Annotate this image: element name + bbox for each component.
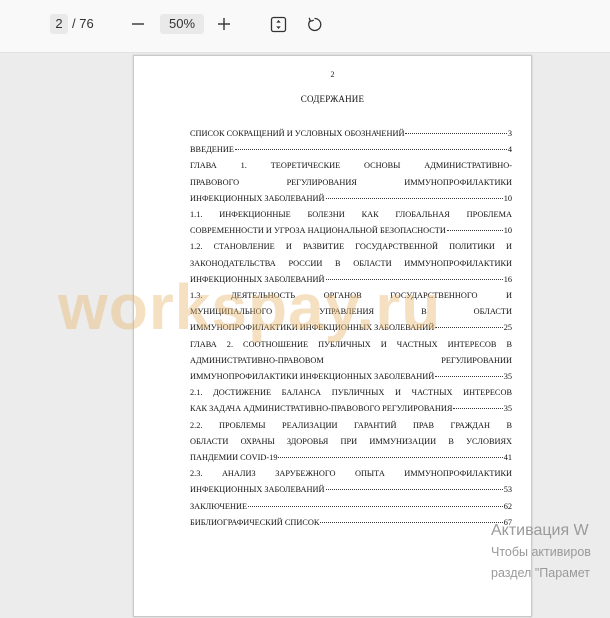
toc-page-number: 25: [503, 323, 512, 333]
toc-page-number: 10: [503, 226, 512, 236]
fit-page-icon[interactable]: [269, 15, 287, 33]
toc-page-number: 41: [503, 453, 512, 463]
toc-line: 2.2. ПРОБЛЕМЫ РЕАЛИЗАЦИИ ГАРАНТИЙ ПРАВ Г…: [190, 420, 512, 430]
toc-line: 1.2. СТАНОВЛЕНИЕ И РАЗВИТИЕ ГОСУДАРСТВЕН…: [190, 242, 512, 252]
zoom-level-field[interactable]: 50%: [160, 14, 204, 34]
toc-page-number: 62: [503, 501, 512, 511]
toc-leader-dots: [278, 457, 503, 459]
toc-leader-dots: [248, 505, 503, 507]
toc-page-number: 10: [503, 193, 512, 203]
toc-line-with-page: ИММУНОПРОФИЛАКТИКИ ИНФЕКЦИОННЫХ ЗАБОЛЕВА…: [190, 369, 512, 385]
toc-leader-dots: [325, 278, 503, 280]
toc-leader-dots: [234, 149, 507, 151]
toc-line-with-page: ИНФЕКЦИОННЫХ ЗАБОЛЕВАНИЙ 16: [190, 272, 512, 288]
toc-entry[interactable]: 2.2. ПРОБЛЕМЫ РЕАЛИЗАЦИИ ГАРАНТИЙ ПРАВ Г…: [190, 418, 512, 467]
toc-line: ОБЛАСТИ ОХРАНЫ ЗДОРОВЬЯ ПРИ ИММУНИЗАЦИИ …: [190, 436, 512, 446]
toc-page-number: 16: [503, 274, 512, 284]
plus-icon[interactable]: [216, 16, 232, 32]
toc-entry[interactable]: БИБЛИОГРАФИЧЕСКИЙ СПИСОК 67: [190, 515, 512, 531]
activation-line: Чтобы активиров: [491, 545, 591, 559]
toc-leader-dots: [435, 376, 503, 378]
toc-entry[interactable]: 1.2. СТАНОВЛЕНИЕ И РАЗВИТИЕ ГОСУДАРСТВЕН…: [190, 239, 512, 288]
toc-line-with-page: ПАНДЕМИИ COVID-19 41: [190, 450, 512, 466]
toc-leader-dots: [453, 408, 503, 410]
toc-line-with-page: ЗАКЛЮЧЕНИЕ 62: [190, 499, 512, 515]
toc-line-with-page: ИММУНОПРОФИЛАКТИКИ ИНФЕКЦИОННЫХ ЗАБОЛЕВА…: [190, 320, 512, 336]
document-page: 2 СОДЕРЖАНИЕ СПИСОК СОКРАЩЕНИЙ И УСЛОВНЫ…: [133, 55, 532, 617]
toc-entry[interactable]: СПИСОК СОКРАЩЕНИЙ И УСЛОВНЫХ ОБОЗНАЧЕНИЙ…: [190, 126, 512, 142]
toc-line: АДМИНИСТРАТИВНО-ПРАВОВОМ РЕГУЛИРОВАНИИ: [190, 355, 512, 365]
toc-entry-title: ИНФЕКЦИОННЫХ ЗАБОЛЕВАНИЙ: [190, 274, 325, 284]
toc-line-with-page: ВВЕДЕНИЕ 4: [190, 142, 512, 158]
toc-entry[interactable]: ГЛАВА 1. ТЕОРЕТИЧЕСКИЕ ОСНОВЫ АДМИНИСТРА…: [190, 158, 512, 207]
toc-entry-title: ИНФЕКЦИОННЫХ ЗАБОЛЕВАНИЙ: [190, 485, 325, 495]
toc-line: МУНИЦИПАЛЬНОГО УПРАВЛЕНИЯ В ОБЛАСТИ: [190, 307, 512, 317]
toc-leader-dots: [325, 489, 503, 491]
toc-entry-title: СОВРЕМЕННОСТИ И УГРОЗА НАЦИОНАЛЬНОЙ БЕЗО…: [190, 226, 446, 236]
toc-line: ГЛАВА 1. ТЕОРЕТИЧЕСКИЕ ОСНОВЫ АДМИНИСТРА…: [190, 161, 512, 171]
toc-entry[interactable]: 2.1. ДОСТИЖЕНИЕ БАЛАНСА ПУБЛИЧНЫХ И ЧАСТ…: [190, 385, 512, 417]
toc-entry-title: ИММУНОПРОФИЛАКТИКИ ИНФЕКЦИОННЫХ ЗАБОЛЕВА…: [190, 372, 435, 382]
table-of-contents: СПИСОК СОКРАЩЕНИЙ И УСЛОВНЫХ ОБОЗНАЧЕНИЙ…: [190, 126, 512, 531]
pdf-toolbar: 2 / 76 50%: [0, 0, 610, 53]
total-pages-label: / 76: [72, 16, 94, 31]
toc-entry[interactable]: 1.1. ИНФЕКЦИОННЫЕ БОЛЕЗНИ КАК ГЛОБАЛЬНАЯ…: [190, 207, 512, 239]
toc-line-with-page: ИНФЕКЦИОННЫХ ЗАБОЛЕВАНИЙ 10: [190, 191, 512, 207]
toc-entry[interactable]: ЗАКЛЮЧЕНИЕ 62: [190, 499, 512, 515]
toc-leader-dots: [325, 197, 503, 199]
toc-line-with-page: ИНФЕКЦИОННЫХ ЗАБОЛЕВАНИЙ 53: [190, 482, 512, 498]
toc-line: 2.1. ДОСТИЖЕНИЕ БАЛАНСА ПУБЛИЧНЫХ И ЧАСТ…: [190, 388, 512, 398]
toc-line: 1.3. ДЕЯТЕЛЬНОСТЬ ОРГАНОВ ГОСУДАРСТВЕННО…: [190, 291, 512, 301]
toc-line-with-page: БИБЛИОГРАФИЧЕСКИЙ СПИСОК 67: [190, 515, 512, 531]
toc-line-with-page: СОВРЕМЕННОСТИ И УГРОЗА НАЦИОНАЛЬНОЙ БЕЗО…: [190, 223, 512, 239]
toc-line: ГЛАВА 2. СООТНОШЕНИЕ ПУБЛИЧНЫХ И ЧАСТНЫХ…: [190, 339, 512, 349]
toc-entry[interactable]: 1.3. ДЕЯТЕЛЬНОСТЬ ОРГАНОВ ГОСУДАРСТВЕННО…: [190, 288, 512, 337]
toc-entry-title: ИММУНОПРОФИЛАКТИКИ ИНФЕКЦИОННЫХ ЗАБОЛЕВА…: [190, 323, 435, 333]
toc-page-number: 35: [503, 372, 512, 382]
toc-line: ПРАВОВОГО РЕГУЛИРОВАНИЯ ИММУНОПРОФИЛАКТИ…: [190, 177, 512, 187]
toc-line: 1.1. ИНФЕКЦИОННЫЕ БОЛЕЗНИ КАК ГЛОБАЛЬНАЯ…: [190, 210, 512, 220]
toc-page-number: 4: [507, 145, 512, 155]
toc-entry[interactable]: ГЛАВА 2. СООТНОШЕНИЕ ПУБЛИЧНЫХ И ЧАСТНЫХ…: [190, 337, 512, 386]
page-title: СОДЕРЖАНИЕ: [300, 94, 365, 104]
toc-leader-dots: [446, 230, 503, 232]
toc-entry-title: КАК ЗАДАЧА АДМИНИСТРАТИВНО-ПРАВОВОГО РЕГ…: [190, 404, 453, 414]
toc-page-number: 35: [503, 404, 512, 414]
activation-title: Активация W: [491, 522, 589, 539]
activation-line: раздел "Парамет: [491, 566, 590, 580]
toc-leader-dots: [405, 133, 507, 134]
rotate-icon[interactable]: [305, 15, 323, 33]
toc-page-number: 3: [507, 129, 512, 138]
toc-line: 2.3. АНАЛИЗ ЗАРУБЕЖНОГО ОПЫТА ИММУНОПРОФ…: [190, 469, 512, 479]
current-page-input[interactable]: 2: [50, 14, 68, 34]
toc-line-with-page: СПИСОК СОКРАЩЕНИЙ И УСЛОВНЫХ ОБОЗНАЧЕНИЙ…: [190, 126, 512, 142]
toc-entry-title: ИНФЕКЦИОННЫХ ЗАБОЛЕВАНИЙ: [190, 193, 325, 203]
toc-entry[interactable]: ВВЕДЕНИЕ 4: [190, 142, 512, 158]
toc-line-with-page: КАК ЗАДАЧА АДМИНИСТРАТИВНО-ПРАВОВОГО РЕГ…: [190, 401, 512, 417]
windows-activation-notice: Активация W Чтобы активиров раздел "Пара…: [491, 520, 591, 584]
toc-entry[interactable]: 2.3. АНАЛИЗ ЗАРУБЕЖНОГО ОПЫТА ИММУНОПРОФ…: [190, 466, 512, 498]
toc-line: ЗАКОНОДАТЕЛЬСТВА РОССИИ В ОБЛАСТИ ИММУНО…: [190, 258, 512, 268]
toc-leader-dots: [320, 521, 503, 523]
toc-leader-dots: [435, 327, 503, 329]
toc-page-number: 53: [503, 485, 512, 495]
toc-entry-title: ПАНДЕМИИ COVID-19: [190, 453, 278, 463]
toc-entry-title: СПИСОК СОКРАЩЕНИЙ И УСЛОВНЫХ ОБОЗНАЧЕНИЙ: [190, 129, 405, 138]
page-number: 2: [330, 70, 335, 79]
toc-entry-title: БИБЛИОГРАФИЧЕСКИЙ СПИСОК: [190, 517, 320, 527]
toc-entry-title: ЗАКЛЮЧЕНИЕ: [190, 501, 248, 511]
toc-entry-title: ВВЕДЕНИЕ: [190, 145, 234, 155]
minus-icon[interactable]: [130, 16, 146, 32]
